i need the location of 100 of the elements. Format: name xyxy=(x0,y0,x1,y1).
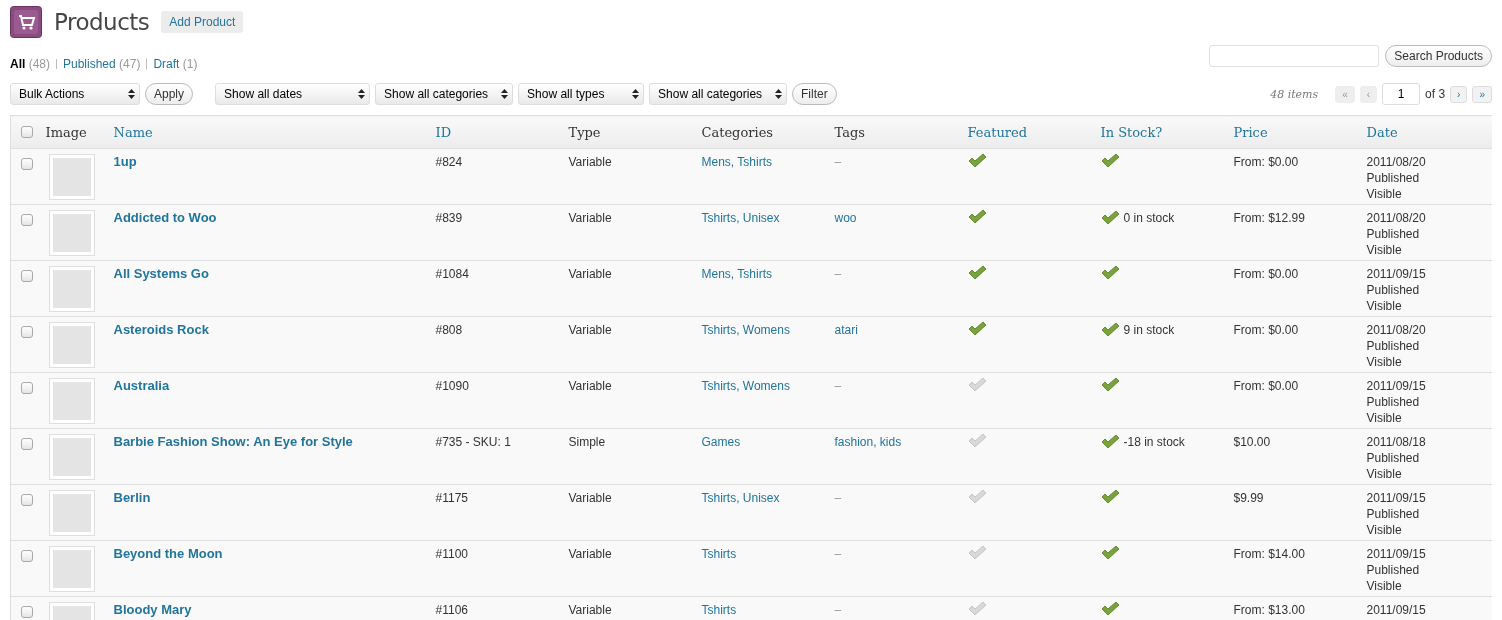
first-page-button[interactable]: « xyxy=(1335,85,1355,103)
product-name-link[interactable]: Berlin xyxy=(113,490,151,505)
category-link[interactable]: Tshirts, Womens xyxy=(701,379,790,393)
table-cell: – xyxy=(834,155,842,169)
category-link[interactable]: Tshirts xyxy=(701,547,737,561)
search-field[interactable] xyxy=(1209,45,1380,67)
table-cell: – xyxy=(834,603,842,617)
caret-icon xyxy=(775,89,783,99)
dropdown[interactable]: Show all categories xyxy=(649,83,788,105)
date-text: 2011/09/15 xyxy=(1366,266,1427,282)
visibility-text: Visible xyxy=(1366,354,1403,370)
dropdown-value: Show all categories xyxy=(384,87,489,101)
column-header[interactable]: In Stock? xyxy=(1093,115,1227,149)
table-cell: #1084 xyxy=(428,260,562,317)
dropdown-value: Show all dates xyxy=(224,87,303,101)
dropdown-value: Show all types xyxy=(527,87,605,101)
column-header[interactable]: ID xyxy=(428,115,562,149)
category-link[interactable]: Mens, Tshirts xyxy=(701,155,772,169)
checkbox[interactable] xyxy=(21,158,33,170)
checkbox[interactable] xyxy=(21,270,33,282)
page-field[interactable]: 1 xyxy=(1382,83,1421,105)
table-cell: #1175 xyxy=(428,484,562,541)
column-header: Tags xyxy=(827,115,961,149)
table-cell: Variable xyxy=(561,260,695,317)
table-cell: Variable xyxy=(561,204,695,261)
dropdown[interactable]: Bulk Actions xyxy=(10,83,140,105)
cart-icon xyxy=(10,6,42,38)
dropdown[interactable]: Show all dates xyxy=(215,83,371,105)
tag-link[interactable]: atari xyxy=(834,323,858,337)
view-link[interactable]: Draft (1) xyxy=(153,57,198,71)
tag-link[interactable]: woo xyxy=(834,211,857,225)
checkbox[interactable] xyxy=(21,494,33,506)
date-text: 2011/09/15 xyxy=(1366,378,1427,394)
category-link[interactable]: Mens, Tshirts xyxy=(701,267,772,281)
table-cell: – xyxy=(834,547,842,561)
table-cell: – xyxy=(834,491,842,505)
photo-placeholder xyxy=(48,378,95,424)
product-name-link[interactable]: Addicted to Woo xyxy=(113,210,217,225)
last-page-button[interactable]: » xyxy=(1472,85,1492,103)
product-name-link[interactable]: Beyond the Moon xyxy=(113,546,223,561)
add-product-button[interactable]: Add Product xyxy=(161,11,244,33)
caret-icon xyxy=(501,89,509,99)
checkbox[interactable] xyxy=(21,382,33,394)
caret-icon xyxy=(128,89,135,99)
checkbox[interactable] xyxy=(21,326,33,338)
item-count: 48 items xyxy=(1270,87,1319,101)
view-link[interactable]: Published (47) xyxy=(63,57,141,71)
product-name-link[interactable]: Barbie Fashion Show: An Eye for Style xyxy=(113,434,353,449)
view-link[interactable]: All (48) xyxy=(10,57,50,71)
dropdown[interactable]: Show all categories xyxy=(375,83,514,105)
column-header[interactable]: Price xyxy=(1226,115,1360,149)
tag-link[interactable]: fashion, kids xyxy=(834,435,902,449)
product-name-link[interactable]: 1up xyxy=(113,154,137,169)
status-text: Published xyxy=(1366,226,1421,242)
product-name-link[interactable]: Asteroids Rock xyxy=(113,322,209,337)
table-cell: – xyxy=(834,379,842,393)
status-text: Published xyxy=(1366,506,1421,522)
status-text: Published xyxy=(1366,338,1421,354)
column-header[interactable]: Name xyxy=(106,115,429,149)
column-header[interactable]: Featured xyxy=(960,115,1094,149)
category-link[interactable]: Tshirts, Unisex xyxy=(701,491,780,505)
status-text: Published xyxy=(1366,170,1421,186)
category-link[interactable]: Games xyxy=(701,435,741,449)
checkbox[interactable] xyxy=(21,214,33,226)
category-link[interactable]: Tshirts, Womens xyxy=(701,323,790,337)
date-text: 2011/08/20 xyxy=(1366,322,1427,338)
photo-placeholder xyxy=(48,154,95,200)
table-cell: #735 - SKU: 1 xyxy=(428,428,562,485)
stock-count: 9 in stock xyxy=(1123,322,1175,338)
caret-icon xyxy=(358,89,366,99)
category-link[interactable]: Tshirts xyxy=(701,603,737,617)
search-products-button[interactable]: Search Products xyxy=(1385,45,1492,67)
table-cell: From: $13.00 xyxy=(1226,596,1360,620)
visibility-text: Visible xyxy=(1366,578,1403,594)
date-text: 2011/09/15 xyxy=(1366,490,1427,506)
product-name-link[interactable]: All Systems Go xyxy=(113,266,209,281)
product-name-link[interactable]: Australia xyxy=(113,378,170,393)
table-cell: Variable xyxy=(561,484,695,541)
dropdown[interactable]: Show all types xyxy=(518,83,645,105)
column-header[interactable]: Date xyxy=(1359,115,1492,149)
date-text: 2011/08/20 xyxy=(1366,210,1427,226)
next-page-button[interactable]: › xyxy=(1450,85,1468,103)
visibility-text: Visible xyxy=(1366,410,1403,426)
checkbox[interactable] xyxy=(21,550,33,562)
category-link[interactable]: Tshirts, Unisex xyxy=(701,211,780,225)
table-cell: $10.00 xyxy=(1226,428,1360,485)
checkbox[interactable] xyxy=(21,438,33,450)
table-cell: #1106 xyxy=(428,596,562,620)
photo-placeholder xyxy=(48,322,95,368)
table-cell: From: $0.00 xyxy=(1226,372,1360,429)
table-cell: From: $0.00 xyxy=(1226,316,1360,373)
status-text: Published xyxy=(1366,562,1421,578)
previous-page-button[interactable]: ‹ xyxy=(1359,85,1378,103)
apply-button[interactable]: Apply xyxy=(145,83,194,105)
status-text: Published xyxy=(1366,450,1421,466)
checkbox[interactable] xyxy=(21,126,33,138)
visibility-text: Visible xyxy=(1366,522,1403,538)
filter-button[interactable]: Filter xyxy=(792,83,837,105)
product-name-link[interactable]: Bloody Mary xyxy=(113,602,192,617)
checkbox[interactable] xyxy=(21,606,33,618)
